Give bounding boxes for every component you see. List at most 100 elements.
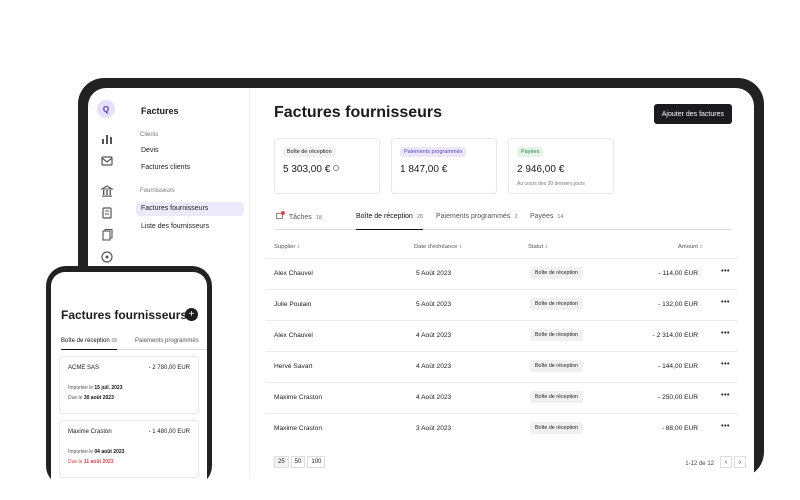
phone-tab-scheduled[interactable]: Paiements programmés [135,338,199,350]
kpi-inbox-label: Boîte de réception [283,147,336,157]
row-amount: - 144,00 EUR [658,363,698,370]
table-row[interactable]: Julie Poulain 5 Août 2023 Boîte de récepti… [266,289,738,320]
kpi-inbox-value: 5 303,00 € [283,164,340,175]
section-fournisseurs: Fournisseurs [140,188,175,194]
sidebar-item-factures-fournisseurs[interactable]: Factures fournisseurs [136,202,244,216]
row-due-date: 3 Août 2023 [416,425,452,432]
row-amount: - 2 314,00 EUR [652,332,698,339]
row-amount: - 250,00 EUR [658,394,698,401]
row-amount: - 88,00 EUR [661,425,698,432]
phone-page-title: Factures fournisseurs [61,308,188,322]
page-size-selector: 25 50 100 [274,456,326,468]
card-amount: - 2 780,00 EUR [148,365,190,371]
sort-icon: ↕ [296,244,300,250]
more-icon[interactable]: ••• [721,330,730,337]
tab-taches[interactable]: Tâches 18 [276,211,322,230]
sidebar-item-factures-clients[interactable]: Factures clients [136,161,244,175]
phone-add-button[interactable]: + [185,308,198,321]
chevron-left-icon: ‹ [724,458,728,466]
notification-dot [281,211,285,215]
column-status[interactable]: Statut ↕ [528,244,548,250]
tasks-icon [276,211,285,219]
card-supplier: ACME SAS [68,365,100,371]
card-due-overdue: Due le 11 août 2023 [68,459,114,465]
section-clients: Clients [140,132,159,138]
chart-icon[interactable] [100,132,114,146]
tab-paiements-programmes[interactable]: Paiements programmés 2 [436,213,517,230]
kpi-paid[interactable]: Payées 2 946,00 € Au cours des 30 dernie… [508,138,614,194]
column-amount[interactable]: Amount ↕ [678,244,703,250]
more-icon[interactable]: ••• [721,423,730,430]
tab-boite-reception[interactable]: Boîte de réception 28 [356,213,423,230]
status-badge: Boîte de réception [530,329,583,341]
card-imported: Importée le 15 juil. 2023 [68,385,123,391]
help-icon[interactable] [100,250,114,264]
sidebar-item-liste-fournisseurs[interactable]: Liste des fournisseurs [136,220,244,234]
table-row[interactable]: Maxime Craston 3 Août 2023 Boîte de récept… [266,413,738,444]
kpi-paid-label: Payées [517,147,544,157]
table-row[interactable]: Alex Chauvel 4 Août 2023 Boîte de réceptio… [266,320,738,351]
table-row[interactable]: Maxime Craston 4 Août 2023 Boîte de récept… [266,382,738,413]
table-row[interactable]: Hervé Savart 4 Août 2023 Boîte de réceptio… [266,351,738,382]
card-due: Due le 30 août 2023 [68,395,114,401]
page-range: 1-12 de 12 [685,461,714,467]
invoice-tabs: Tâches 18 Boîte de réception 28 Paiements … [274,210,732,230]
card-supplier: Maxime Craston [68,429,112,435]
column-due-date[interactable]: Date d'échéance ↕ [414,244,462,250]
column-supplier[interactable]: Supplier ↕ [274,244,300,250]
more-icon[interactable]: ••• [721,268,730,275]
scene: Q Factures Clients Devis Factures client… [0,0,800,500]
kpi-inbox[interactable]: Boîte de réception 5 303,00 € [274,138,380,194]
main-content: Factures fournisseurs Ajouter des factur… [250,88,754,478]
tab-payees[interactable]: Payées 14 [530,213,563,230]
page-size-100[interactable]: 100 [307,456,326,468]
row-amount: - 132,00 EUR [658,301,698,308]
invoice-icon[interactable] [100,206,114,220]
workspace-avatar[interactable]: Q [97,100,115,118]
sort-icon: ↕ [699,244,703,250]
phone-tab-inbox[interactable]: Boîte de réception 28 [61,338,117,350]
documents-icon[interactable] [100,228,114,242]
prev-page-button[interactable]: ‹ [720,456,732,468]
more-icon[interactable]: ••• [721,299,730,306]
row-due-date: 5 Août 2023 [416,301,452,308]
row-supplier: Julie Poulain [274,301,312,308]
next-page-button[interactable]: › [734,456,746,468]
phone-invoice-card[interactable]: Maxime Craston - 1 480,00 EUR Importée l… [59,420,199,478]
status-badge: Boîte de réception [530,267,583,279]
inbox-icon[interactable] [100,154,114,168]
phone-invoice-card[interactable]: ACME SAS - 2 780,00 EUR Importée le 15 j… [59,356,199,414]
row-due-date: 5 Août 2023 [416,270,452,277]
card-amount: - 1 480,00 EUR [148,429,190,435]
row-supplier: Alex Chauvel [274,270,313,277]
status-badge: Boîte de réception [530,391,583,403]
sidebar-title: Factures [141,106,179,116]
more-icon[interactable]: ••• [721,392,730,399]
row-supplier: Hervé Savart [274,363,313,370]
bank-icon[interactable] [100,184,114,198]
phone-frame: Factures fournisseurs + Boîte de récepti… [46,266,212,486]
kpi-scheduled[interactable]: Paiements programmés 1 847,00 € [391,138,497,194]
row-supplier: Maxime Craston [274,425,323,432]
row-due-date: 4 Août 2023 [416,363,452,370]
chevron-right-icon: › [738,458,742,466]
row-due-date: 4 Août 2023 [416,332,452,339]
more-icon[interactable]: ••• [721,361,730,368]
status-badge: Boîte de réception [530,298,583,310]
plus-icon: + [188,308,195,320]
page-size-50[interactable]: 50 [290,456,306,468]
kpi-paid-note: Au cours des 30 derniers jours [517,181,585,187]
sort-icon: ↕ [544,244,548,250]
card-imported: Importée le 04 août 2023 [68,449,125,455]
table-row[interactable]: Alex Chauvel 5 Août 2023 Boîte de réceptio… [266,258,738,289]
row-due-date: 4 Août 2023 [416,394,452,401]
kpi-paid-value: 2 946,00 € [517,164,565,175]
row-supplier: Maxime Craston [274,394,323,401]
info-icon[interactable] [333,165,340,171]
row-amount: - 114,00 EUR [658,270,698,277]
page-size-25[interactable]: 25 [274,456,289,468]
sidebar-item-devis[interactable]: Devis [136,144,244,158]
kpi-scheduled-label: Paiements programmés [400,147,467,157]
add-invoices-button[interactable]: Ajouter des factures [653,104,732,124]
phone-screen: Factures fournisseurs + Boîte de récepti… [51,272,207,486]
